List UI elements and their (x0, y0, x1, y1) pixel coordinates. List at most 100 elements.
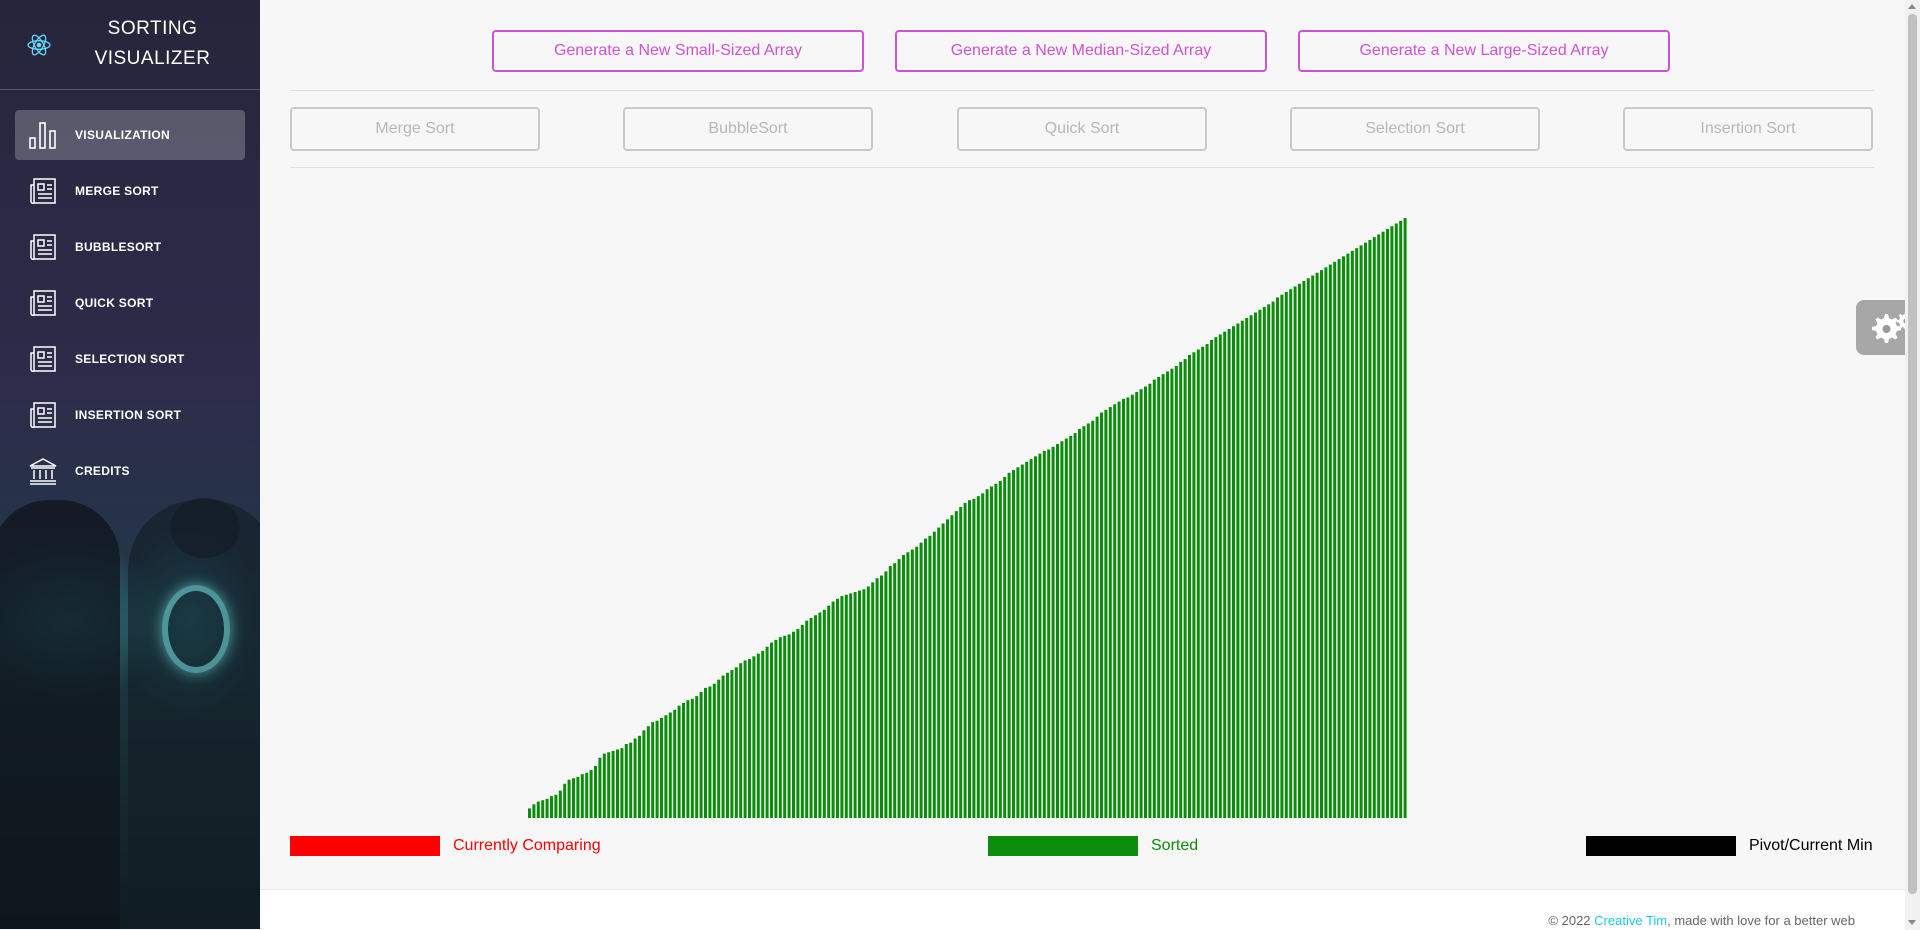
news-icon (27, 399, 59, 431)
creative-tim-link[interactable]: Creative Tim (1594, 913, 1667, 928)
array-bar (1267, 304, 1271, 818)
array-bar (629, 742, 633, 818)
array-bar (959, 507, 963, 818)
array-bar (695, 696, 699, 818)
array-bar (1056, 444, 1059, 818)
sidebar-item-insertion-sort[interactable]: INSERTION SORT (15, 390, 245, 440)
array-bar (875, 578, 879, 818)
scroll-down-arrow-icon[interactable] (1908, 920, 1916, 925)
array-bar (668, 712, 672, 818)
scroll-up-arrow-icon[interactable] (1908, 4, 1916, 9)
array-bar (1386, 228, 1389, 818)
sidebar-item-quick-sort[interactable]: QUICK SORT (15, 278, 245, 328)
news-icon (27, 231, 59, 263)
array-bar (1236, 323, 1240, 818)
legend-sorted-swatch (988, 836, 1138, 856)
array-bar (1346, 253, 1350, 818)
array-bar (528, 808, 531, 818)
sidebar-item-credits[interactable]: CREDITS (15, 446, 245, 496)
array-bar (730, 670, 734, 818)
array-bar (822, 609, 826, 818)
background-figure (128, 500, 260, 929)
array-bar (1135, 391, 1139, 818)
array-bar (1223, 331, 1227, 818)
brand-line: VISUALIZER (94, 48, 211, 69)
array-bar (1245, 318, 1249, 818)
news-icon (27, 343, 59, 375)
array-bar (888, 565, 892, 818)
array-bar (1148, 383, 1152, 818)
scrollbar-thumb[interactable] (1908, 14, 1917, 894)
array-bar (902, 554, 905, 818)
array-bar (1258, 309, 1262, 818)
array-bar (972, 498, 976, 818)
array-bar (642, 730, 646, 818)
array-bar-chart (528, 218, 1407, 819)
array-bar (796, 628, 800, 818)
array-bar (1029, 459, 1033, 818)
array-bar (633, 738, 637, 818)
array-bar (783, 635, 787, 818)
array-bar (1192, 352, 1196, 818)
array-bar (1139, 389, 1143, 818)
array-bar (836, 598, 839, 818)
array-bar (792, 631, 795, 818)
array-bar (545, 798, 549, 818)
array-bar (1381, 231, 1385, 818)
array-bar (1306, 278, 1310, 818)
array-bar (1394, 223, 1398, 819)
array-bar (585, 772, 589, 818)
sidebar-item-bubblesort[interactable]: BUBBLESORT (15, 222, 245, 272)
array-bar (1342, 256, 1345, 818)
news-icon (27, 287, 59, 319)
array-bar (651, 722, 655, 818)
array-bar (849, 593, 853, 818)
array-bar (778, 637, 782, 818)
array-bar (1166, 371, 1169, 818)
sidebar-item-label: MERGE SORT (75, 184, 159, 198)
array-bar (1174, 365, 1178, 818)
array-bar (1399, 220, 1403, 819)
array-bar (1240, 320, 1244, 818)
footer-tagline: , made with love for a better web (1667, 913, 1855, 928)
array-bar (897, 559, 901, 818)
react-logo-icon[interactable] (26, 32, 52, 58)
legend-pivot-swatch (1586, 836, 1736, 856)
sidebar-item-visualization[interactable]: VISUALIZATION (15, 110, 245, 160)
array-bar (1130, 394, 1134, 818)
array-bar (620, 748, 624, 818)
array-bar (1170, 368, 1174, 818)
array-bar (1271, 301, 1275, 818)
array-bar (1289, 289, 1293, 819)
array-bar (1276, 297, 1279, 818)
array-bar (708, 686, 712, 818)
sidebar-item-merge-sort[interactable]: MERGE SORT (15, 166, 245, 216)
brand-title[interactable]: SORTING VISUALIZER (60, 14, 245, 74)
array-bar (1064, 438, 1068, 818)
array-bar (677, 705, 681, 818)
array-bar (655, 720, 659, 818)
array-bar (1280, 294, 1284, 819)
array-bar (580, 774, 584, 818)
array-bar (884, 571, 888, 818)
sidebar-header: SORTING VISUALIZER (0, 0, 260, 90)
array-bar (910, 549, 914, 818)
array-bar (787, 634, 791, 818)
array-bar (1201, 346, 1205, 818)
sidebar-item-label: QUICK SORT (75, 296, 154, 310)
sidebar-item-selection-sort[interactable]: SELECTION SORT (15, 334, 245, 384)
footer: © 2022 Creative Tim, made with love for … (260, 889, 1905, 930)
array-bar (1095, 416, 1099, 818)
array-bar (858, 590, 861, 818)
background-figure (0, 500, 120, 929)
array-bar (1196, 349, 1200, 818)
array-bar (1302, 281, 1306, 818)
array-bar (1293, 286, 1297, 818)
array-bar (616, 749, 619, 818)
array-bar (602, 753, 606, 818)
vertical-scrollbar[interactable] (1905, 0, 1920, 929)
array-bar (1218, 334, 1222, 818)
array-bar (932, 531, 936, 818)
array-bar (840, 596, 844, 818)
array-bar (924, 538, 927, 818)
